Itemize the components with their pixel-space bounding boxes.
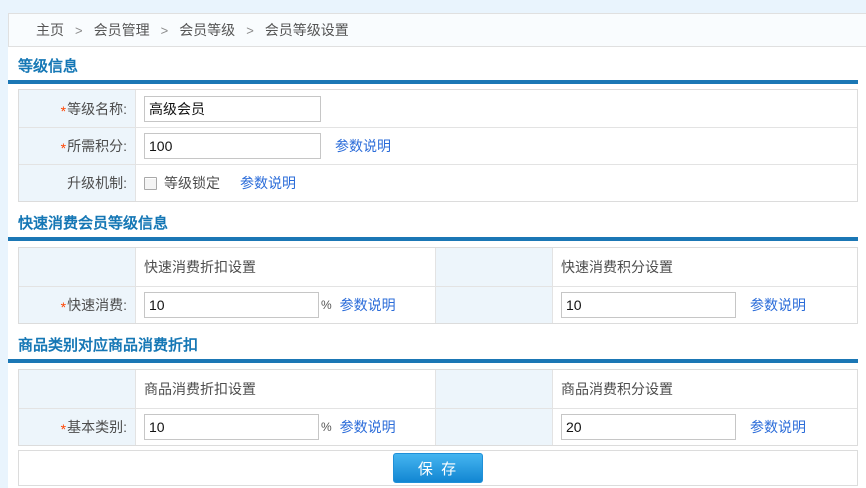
quick-consumption-table: 快速消费折扣设置 快速消费积分设置 * 快速消费: % 参数说明 参数说明: [18, 247, 858, 324]
param-description-link[interactable]: 参数说明: [340, 417, 396, 437]
table-row-upgrade-mechanism: 升级机制: 等级锁定 参数说明: [19, 164, 857, 201]
product-points-value-cell: 参数说明: [553, 409, 857, 445]
param-description-link[interactable]: 参数说明: [335, 136, 391, 156]
level-info-table: * 等级名称: * 所需积分: 参数说明 升级机制: 等级锁定: [18, 89, 858, 202]
breadcrumb-item-member-management[interactable]: 会员管理: [94, 20, 150, 40]
quick-consumption-label-cell: * 快速消费:: [19, 287, 136, 323]
page-left-strip: [0, 0, 8, 488]
section-title-product-category: 商品类别对应商品消费折扣: [18, 337, 858, 355]
breadcrumb-item-home[interactable]: 主页: [36, 20, 64, 40]
product-points-header: 商品消费积分设置: [553, 370, 857, 408]
quick-discount-header: 快速消费折扣设置: [136, 248, 436, 286]
product-category-table: 商品消费折扣设置 商品消费积分设置 * 基本类别: % 参数说明 参数说明: [18, 369, 858, 446]
percent-sign: %: [321, 420, 332, 434]
empty-label-cell: [436, 248, 553, 286]
upgrade-mechanism-label: 升级机制:: [67, 173, 127, 193]
required-asterisk: *: [61, 140, 66, 156]
basic-category-label-cell: * 基本类别:: [19, 409, 136, 445]
required-points-value-cell: 参数说明: [136, 128, 857, 164]
required-asterisk: *: [61, 103, 66, 119]
level-lock-checkbox-label: 等级锁定: [164, 173, 220, 193]
page-top-band: [0, 0, 866, 13]
empty-label-cell: [436, 370, 553, 408]
upgrade-mechanism-label-cell: 升级机制:: [19, 165, 136, 201]
empty-label-cell: [436, 287, 553, 323]
main-content: 等级信息 * 等级名称: * 所需积分: 参数说明 升级机制:: [8, 47, 858, 486]
upgrade-mechanism-value-cell: 等级锁定 参数说明: [136, 165, 857, 201]
product-category-header-row: 商品消费折扣设置 商品消费积分设置: [19, 370, 857, 408]
section-title-level-info: 等级信息: [18, 58, 858, 76]
breadcrumb-item-current-page: 会员等级设置: [265, 20, 349, 40]
basic-category-label: 基本类别:: [67, 417, 127, 437]
product-points-input[interactable]: [561, 414, 736, 440]
breadcrumb-separator: >: [75, 23, 83, 38]
required-points-label-cell: * 所需积分:: [19, 128, 136, 164]
breadcrumb-separator: >: [161, 23, 169, 38]
product-discount-value-cell: % 参数说明: [136, 409, 436, 445]
section-underline-bar: [8, 237, 858, 241]
quick-consumption-data-row: * 快速消费: % 参数说明 参数说明: [19, 286, 857, 323]
level-lock-checkbox[interactable]: [144, 177, 157, 190]
required-points-input[interactable]: [144, 133, 321, 159]
section-title-quick-consumption: 快速消费会员等级信息: [18, 215, 858, 233]
required-points-label: 所需积分:: [67, 136, 127, 156]
quick-points-header: 快速消费积分设置: [553, 248, 857, 286]
breadcrumb: 主页 > 会员管理 > 会员等级 > 会员等级设置: [8, 13, 866, 47]
breadcrumb-item-member-level[interactable]: 会员等级: [179, 20, 235, 40]
product-discount-input[interactable]: [144, 414, 319, 440]
breadcrumb-separator: >: [246, 23, 254, 38]
quick-consumption-header-row: 快速消费折扣设置 快速消费积分设置: [19, 248, 857, 286]
percent-sign: %: [321, 298, 332, 312]
section-underline-bar: [8, 80, 858, 84]
quick-discount-value-cell: % 参数说明: [136, 287, 436, 323]
empty-label-cell: [19, 370, 136, 408]
quick-discount-input[interactable]: [144, 292, 319, 318]
required-asterisk: *: [61, 299, 66, 315]
level-name-input[interactable]: [144, 96, 321, 122]
table-row-level-name: * 等级名称:: [19, 90, 857, 127]
level-name-label: 等级名称:: [67, 99, 127, 119]
level-name-label-cell: * 等级名称:: [19, 90, 136, 127]
section-underline-bar: [8, 359, 858, 363]
save-button[interactable]: 保 存: [393, 453, 483, 483]
product-discount-header: 商品消费折扣设置: [136, 370, 436, 408]
quick-points-input[interactable]: [561, 292, 736, 318]
param-description-link[interactable]: 参数说明: [340, 295, 396, 315]
required-asterisk: *: [61, 421, 66, 437]
param-description-link[interactable]: 参数说明: [750, 417, 806, 437]
param-description-link[interactable]: 参数说明: [240, 173, 296, 193]
product-category-data-row: * 基本类别: % 参数说明 参数说明: [19, 408, 857, 445]
level-name-value-cell: [136, 90, 857, 127]
table-row-required-points: * 所需积分: 参数说明: [19, 127, 857, 164]
param-description-link[interactable]: 参数说明: [750, 295, 806, 315]
empty-label-cell: [19, 248, 136, 286]
quick-consumption-label: 快速消费:: [67, 295, 127, 315]
save-bar: 保 存: [18, 450, 858, 486]
empty-label-cell: [436, 409, 553, 445]
quick-points-value-cell: 参数说明: [553, 287, 857, 323]
